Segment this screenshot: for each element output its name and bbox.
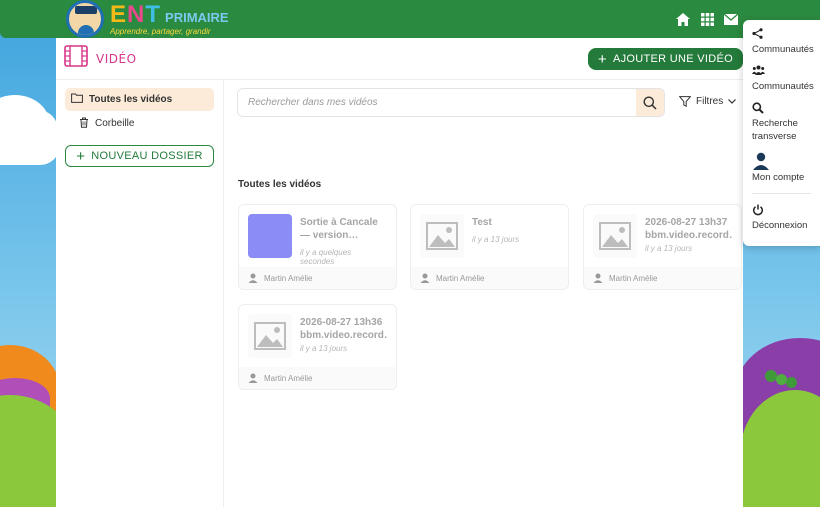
image-placeholder-icon (420, 214, 464, 258)
video-author: Martin Amélie (436, 273, 485, 283)
apps-grid-icon[interactable] (700, 12, 714, 26)
menu-item-mon-compte[interactable]: Mon compte (752, 152, 811, 184)
user-menu-dropdown: Communautés Communautés Recherche transv… (743, 20, 820, 246)
video-title: Sortie à Cancale — version montée… (300, 217, 378, 241)
search-bar (237, 88, 665, 117)
logo-primaire-text: PRIMAIRE (165, 9, 229, 25)
main-panel: VIDÉO + AJOUTER UNE VIDÉO Toutes les vid… (56, 38, 743, 507)
home-icon[interactable] (676, 12, 690, 26)
app-title: VIDÉO (64, 45, 137, 72)
sidebar-item-all-videos[interactable]: Toutes les vidéos (65, 88, 214, 111)
video-title: 2026-08-27 13h36 bbm.video.record… (300, 317, 387, 341)
user-icon (752, 152, 811, 170)
new-folder-button[interactable]: + NOUVEAU DOSSIER (65, 145, 214, 167)
image-placeholder-icon (248, 314, 292, 358)
search-icon (643, 96, 657, 110)
video-date: il y a 13 jours (472, 235, 520, 244)
filters-button[interactable]: Filtres (679, 96, 737, 107)
content-area: Filtres Toutes les vidéos Sortie à Canca… (225, 80, 743, 507)
trash-icon (79, 117, 89, 131)
menu-item-communautes-2[interactable]: Communautés (752, 65, 814, 93)
video-title: 2026-08-27 13h37 bbm.video.record… (645, 217, 732, 241)
video-author: Martin Amélie (264, 273, 313, 283)
ent-logo[interactable]: ENT PRIMAIRE Apprendre, partager, grandi… (66, 0, 229, 38)
user-icon (593, 273, 603, 283)
video-card[interactable]: 2026-08-27 13h36 bbm.video.record… il y … (238, 304, 397, 390)
user-icon (420, 273, 430, 283)
logo-ent-text: ENT (110, 0, 162, 28)
power-icon (752, 204, 811, 218)
user-icon (248, 373, 258, 383)
video-author: Martin Amélie (264, 373, 313, 383)
chevron-down-icon (728, 99, 737, 104)
logo-tagline: Apprendre, partager, grandir (110, 26, 211, 36)
search-icon (752, 102, 811, 116)
people-icon (752, 65, 811, 79)
video-date: il y a quelques secondes (300, 248, 352, 266)
page-title: VIDÉO (96, 51, 137, 66)
video-author: Martin Amélie (609, 273, 658, 283)
video-date: il y a 13 jours (645, 244, 693, 253)
image-placeholder-icon (593, 214, 637, 258)
menu-item-communautes[interactable]: Communautés (752, 28, 814, 56)
sidebar-item-trash[interactable]: Corbeille (65, 112, 214, 135)
search-button[interactable] (636, 89, 664, 116)
top-header: ENT PRIMAIRE Apprendre, partager, grandi… (0, 0, 820, 38)
menu-item-deconnexion[interactable]: Déconnexion (752, 204, 811, 232)
user-icon (248, 273, 258, 283)
video-title: Test (472, 217, 492, 228)
sidebar: Toutes les vidéos Corbeille + NOUVEAU DO… (56, 80, 224, 507)
film-icon (64, 45, 88, 72)
share-icon (752, 28, 811, 42)
mail-icon[interactable] (724, 12, 738, 26)
video-card[interactable]: Sortie à Cancale — version montée… il y … (238, 204, 397, 290)
menu-item-recherche-transverse[interactable]: Recherche transverse (752, 102, 811, 143)
plus-icon: + (76, 147, 86, 165)
menu-divider (752, 193, 811, 194)
video-card[interactable]: Test il y a 13 jours Martin Amélie (410, 204, 569, 290)
app-topbar: VIDÉO + AJOUTER UNE VIDÉO (56, 38, 743, 80)
section-title: Toutes les vidéos (238, 179, 322, 190)
video-thumbnail (248, 214, 292, 258)
logo-mascot-icon (66, 0, 104, 38)
video-date: il y a 13 jours (300, 344, 348, 353)
video-card[interactable]: 2026-08-27 13h37 bbm.video.record… il y … (583, 204, 742, 290)
folder-icon (71, 93, 83, 106)
plus-icon: + (597, 50, 607, 68)
search-input[interactable] (238, 89, 636, 116)
filter-icon (679, 96, 691, 107)
add-video-button[interactable]: + AJOUTER UNE VIDÉO (587, 48, 743, 70)
